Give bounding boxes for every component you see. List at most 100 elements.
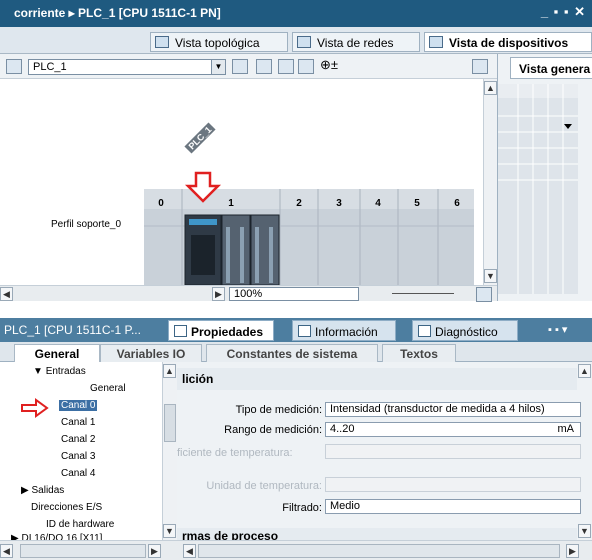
tab-label: Diagnóstico xyxy=(435,325,498,339)
tipo-medicion-select[interactable]: Intensidad (transductor de medida a 4 hi… xyxy=(325,402,581,417)
rango-medicion-value: 4..20 xyxy=(330,423,355,435)
nav-item-entradas[interactable]: ▼ Entradas xyxy=(33,366,86,377)
slot-number: 6 xyxy=(454,198,460,209)
tab-diagnostics[interactable]: Diagnóstico xyxy=(412,320,518,341)
tab-device-view[interactable]: Vista de dispositivos xyxy=(424,32,592,52)
nav-item-io-addresses[interactable]: Direcciones E/S xyxy=(31,502,102,513)
navigator-icon[interactable] xyxy=(476,287,492,302)
overview-grid xyxy=(498,84,578,294)
window-title: corriente ▸ PLC_1 [CPU 1511C-1 PN] xyxy=(14,6,221,20)
device-graphic xyxy=(144,171,474,286)
slot-number: 3 xyxy=(336,198,342,209)
nav-item-canal-4[interactable]: Canal 4 xyxy=(61,468,95,479)
scroll-left-icon[interactable]: ◀ xyxy=(0,544,13,558)
tab-label: Vista de redes xyxy=(317,36,394,50)
tab-label: Información xyxy=(315,325,378,339)
slot-number: 0 xyxy=(158,198,164,209)
device-selector[interactable]: PLC_1 ▼ xyxy=(28,59,226,75)
scroll-right-icon[interactable]: ▶ xyxy=(212,287,225,301)
topology-icon xyxy=(155,36,169,48)
title-bar: corriente ▸ PLC_1 [CPU 1511C-1 PN] _ ▪ ▪… xyxy=(0,0,592,27)
tab-information[interactable]: Información xyxy=(292,320,396,341)
inspector-bar: PLC_1 [CPU 1511C-1 P... Propiedades Info… xyxy=(0,318,592,342)
scroll-right-icon[interactable]: ▶ xyxy=(148,544,161,558)
zoom-icon[interactable]: ⊕± xyxy=(320,57,338,72)
panel-controls-icon[interactable]: ▪ ▪ ▾ xyxy=(548,323,567,336)
slot-number: 4 xyxy=(375,198,381,209)
tab-topology-view[interactable]: Vista topológica xyxy=(150,32,288,52)
properties-nav-tree: ▼ Entradas General Canal 0 Canal 1 Canal… xyxy=(11,362,177,544)
nav-item-canal-1[interactable]: Canal 1 xyxy=(61,417,95,428)
unidad-temperatura-field xyxy=(325,477,581,492)
tab-label: Propiedades xyxy=(191,325,264,339)
rango-medicion-unit: mA xyxy=(557,423,575,435)
chevron-down-icon[interactable]: ▼ xyxy=(211,60,225,74)
horizontal-scrollbar[interactable]: ◀ ▶ ◀ ▶ xyxy=(0,540,592,560)
subtab-texts[interactable]: Textos xyxy=(382,344,456,362)
nav-item-canal-2[interactable]: Canal 2 xyxy=(61,434,95,445)
section-header-medicion[interactable]: lición xyxy=(177,368,577,390)
slot-number: 2 xyxy=(296,198,302,209)
scroll-down-icon[interactable]: ▼ xyxy=(578,524,591,538)
device-tree-icon[interactable] xyxy=(6,59,22,74)
scroll-thumb[interactable] xyxy=(198,544,560,558)
rango-medicion-select[interactable]: 4..20 mA xyxy=(325,422,581,437)
subtab-system-constants[interactable]: Constantes de sistema xyxy=(206,344,378,362)
scroll-up-icon[interactable]: ▲ xyxy=(484,81,497,95)
expand-icon[interactable]: ▼ xyxy=(33,366,43,377)
coef-temperatura-field xyxy=(325,444,581,459)
overview-panel: Vista genera xyxy=(497,54,592,301)
scroll-down-icon[interactable]: ▼ xyxy=(163,524,176,538)
rail-label: Perfil soporte_0 xyxy=(51,219,122,230)
scroll-up-icon[interactable]: ▲ xyxy=(163,364,176,378)
nav-item-canal-3[interactable]: Canal 3 xyxy=(61,451,95,462)
scroll-down-icon[interactable]: ▼ xyxy=(484,269,497,283)
nav-label: Entradas xyxy=(45,366,86,377)
scroll-left-icon[interactable]: ◀ xyxy=(183,544,196,558)
nav-item-general[interactable]: General xyxy=(90,383,126,394)
nav-item-hardware-id[interactable]: ID de hardware xyxy=(46,519,114,530)
expand-icon[interactable]: ▶ xyxy=(21,485,29,496)
subtab-io-variables[interactable]: Variables IO xyxy=(100,344,202,362)
rango-medicion-label: Rango de medición: xyxy=(224,424,322,436)
diagnostics-icon xyxy=(418,325,431,337)
label-icon[interactable] xyxy=(256,59,272,74)
subtab-general[interactable]: General xyxy=(14,344,100,362)
tab-label: Vista topológica xyxy=(175,36,260,50)
nav-item-salidas[interactable]: ▶ Salidas xyxy=(21,485,64,496)
canvas-bottom-bar: ◀ ▶ 100% xyxy=(0,285,497,302)
slot-number: 5 xyxy=(414,198,420,209)
properties-icon xyxy=(174,325,187,337)
zoom-slider[interactable] xyxy=(392,293,454,294)
zoom-value: 100% xyxy=(234,288,263,300)
device-selector-value: PLC_1 xyxy=(33,61,67,73)
canvas-vertical-scrollbar[interactable]: ▲ ▼ xyxy=(483,79,497,285)
overview-table[interactable] xyxy=(498,84,578,294)
slot-number: 1 xyxy=(228,198,234,209)
device-canvas[interactable]: PLC_1 Perfil soporte_0 0 1 2 3 4 5 6 xyxy=(0,79,483,286)
tab-device-overview[interactable]: Vista genera xyxy=(510,57,592,79)
inspector-object-title: PLC_1 [CPU 1511C-1 P... xyxy=(4,323,141,337)
info-icon xyxy=(298,325,311,337)
tab-label: Vista de dispositivos xyxy=(449,36,569,50)
scroll-left-icon[interactable]: ◀ xyxy=(0,287,13,301)
tab-network-view[interactable]: Vista de redes xyxy=(292,32,420,52)
scroll-up-icon[interactable]: ▲ xyxy=(578,364,591,378)
scroll-thumb[interactable] xyxy=(164,404,176,442)
nav-vertical-scrollbar[interactable]: ▲ ▼ xyxy=(162,362,177,540)
device-toolbar: PLC_1 ▼ ⊕± xyxy=(0,54,497,79)
table-icon[interactable] xyxy=(232,59,248,74)
zoom-selector[interactable]: 100% xyxy=(229,287,359,301)
filtrado-select[interactable]: Medio xyxy=(325,499,581,514)
unidad-temperatura-label: Unidad de temperatura: xyxy=(206,480,322,492)
scroll-thumb[interactable] xyxy=(20,544,146,558)
scroll-right-icon[interactable]: ▶ xyxy=(566,544,579,558)
nav-item-canal-0[interactable]: Canal 0 xyxy=(59,400,98,411)
window-buttons[interactable]: _ ▪ ▪ ✕ xyxy=(541,4,586,20)
tab-properties[interactable]: Propiedades xyxy=(168,320,274,341)
overview-icon[interactable] xyxy=(472,59,488,74)
view-tabs: Vista topológica Vista de redes Vista de… xyxy=(0,27,592,54)
red-pointer-arrow-icon xyxy=(21,398,49,418)
grid-icon[interactable] xyxy=(298,59,314,74)
pencil-icon[interactable] xyxy=(278,59,294,74)
